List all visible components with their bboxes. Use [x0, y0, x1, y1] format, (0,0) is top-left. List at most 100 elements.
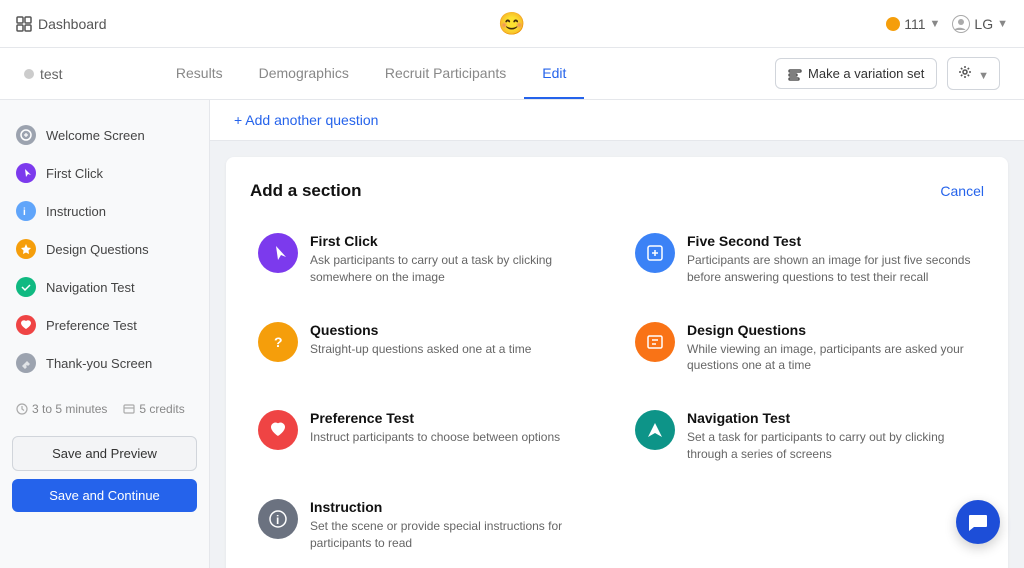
- design-questions-option-desc: While viewing an image, participants are…: [687, 341, 976, 375]
- option-design-questions[interactable]: Design Questions While viewing an image,…: [627, 314, 984, 383]
- make-variation-button[interactable]: Make a variation set: [775, 58, 937, 89]
- save-continue-button[interactable]: Save and Continue: [12, 479, 197, 512]
- option-navigation-test[interactable]: Navigation Test Set a task for participa…: [627, 402, 984, 471]
- preference-test-option-desc: Instruct participants to choose between …: [310, 429, 560, 446]
- instruction-option-desc: Set the scene or provide special instruc…: [310, 518, 599, 552]
- thankyou-icon: [16, 353, 36, 373]
- sidebar-item-thankyou-label: Thank-you Screen: [46, 356, 152, 371]
- coin-dropdown-icon[interactable]: ▼: [930, 18, 941, 30]
- first-click-option-icon: [258, 233, 298, 273]
- navigation-test-option-desc: Set a task for participants to carry out…: [687, 429, 976, 463]
- first-click-option-desc: Ask participants to carry out a task by …: [310, 252, 599, 286]
- instruction-option-text: Instruction Set the scene or provide spe…: [310, 499, 599, 552]
- sidebar-item-navigation-test[interactable]: Navigation Test: [0, 268, 209, 306]
- five-second-option-text: Five Second Test Participants are shown …: [687, 233, 976, 286]
- sidebar-item-preference-test-label: Preference Test: [46, 318, 137, 333]
- design-questions-option-icon: [635, 322, 675, 362]
- questions-option-icon: ?: [258, 322, 298, 362]
- five-second-option-label: Five Second Test: [687, 233, 976, 249]
- time-label: 3 to 5 minutes: [32, 402, 107, 416]
- credits-label: 5 credits: [139, 402, 184, 416]
- questions-option-desc: Straight-up questions asked one at a tim…: [310, 341, 531, 358]
- instruction-option-label: Instruction: [310, 499, 599, 515]
- tab-edit[interactable]: Edit: [524, 49, 584, 99]
- sidebar-item-design-questions[interactable]: Design Questions: [0, 230, 209, 268]
- option-questions[interactable]: ? Questions Straight-up questions asked …: [250, 314, 607, 383]
- section-header: Add a section Cancel: [250, 181, 984, 201]
- sidebar-item-instruction[interactable]: i Instruction: [0, 192, 209, 230]
- save-preview-button[interactable]: Save and Preview: [12, 436, 197, 471]
- options-grid: First Click Ask participants to carry ou…: [250, 225, 984, 559]
- option-five-second[interactable]: Five Second Test Participants are shown …: [627, 225, 984, 294]
- time-meta: 3 to 5 minutes: [16, 402, 107, 416]
- project-title-area: test: [24, 66, 63, 82]
- sidebar-item-design-questions-label: Design Questions: [46, 242, 149, 257]
- cancel-button[interactable]: Cancel: [940, 183, 984, 199]
- design-questions-option-label: Design Questions: [687, 322, 976, 338]
- tab-recruit[interactable]: Recruit Participants: [367, 49, 524, 99]
- sidebar-item-first-click[interactable]: First Click: [0, 154, 209, 192]
- sidebar-item-thankyou[interactable]: Thank-you Screen: [0, 344, 209, 382]
- settings-button[interactable]: ▼: [947, 57, 1000, 90]
- svg-text:i: i: [23, 207, 26, 217]
- tab-demographics[interactable]: Demographics: [241, 49, 367, 99]
- preference-test-option-label: Preference Test: [310, 410, 560, 426]
- design-questions-icon: [16, 239, 36, 259]
- sidebar-item-first-click-label: First Click: [46, 166, 103, 181]
- sidebar-meta: 3 to 5 minutes 5 credits: [0, 390, 209, 428]
- option-instruction[interactable]: i Instruction Set the scene or provide s…: [250, 491, 607, 560]
- instruction-icon: i: [16, 201, 36, 221]
- first-click-icon: [16, 163, 36, 183]
- questions-option-label: Questions: [310, 322, 531, 338]
- sidebar-item-navigation-test-label: Navigation Test: [46, 280, 135, 295]
- preference-test-icon: [16, 315, 36, 335]
- section-title: Add a section: [250, 181, 361, 201]
- add-question-link[interactable]: + Add another question: [234, 112, 378, 128]
- project-title: test: [40, 66, 63, 82]
- five-second-option-desc: Participants are shown an image for just…: [687, 252, 976, 286]
- sidebar: Welcome Screen First Click i Instruction…: [0, 100, 210, 568]
- navigation-test-option-icon: [635, 410, 675, 450]
- sub-nav: test Results Demographics Recruit Partic…: [0, 48, 1024, 100]
- tab-results[interactable]: Results: [158, 49, 241, 99]
- main-layout: Welcome Screen First Click i Instruction…: [0, 100, 1024, 568]
- dashboard-label: Dashboard: [38, 16, 107, 32]
- dashboard-link[interactable]: Dashboard: [16, 16, 107, 32]
- gear-dropdown-icon: ▼: [978, 70, 989, 82]
- svg-text:i: i: [276, 513, 279, 527]
- preference-test-option-text: Preference Test Instruct participants to…: [310, 410, 560, 446]
- sidebar-buttons: Save and Preview Save and Continue: [0, 428, 209, 520]
- five-second-option-icon: [635, 233, 675, 273]
- logo-emoji: 😊: [498, 11, 525, 36]
- chat-button[interactable]: [956, 500, 1000, 544]
- option-preference-test[interactable]: Preference Test Instruct participants to…: [250, 402, 607, 471]
- questions-option-text: Questions Straight-up questions asked on…: [310, 322, 531, 358]
- navigation-test-option-text: Navigation Test Set a task for participa…: [687, 410, 976, 463]
- variation-btn-label: Make a variation set: [808, 66, 924, 81]
- sidebar-item-instruction-label: Instruction: [46, 204, 106, 219]
- main-content: + Add another question Add a section Can…: [210, 100, 1024, 568]
- option-first-click[interactable]: First Click Ask participants to carry ou…: [250, 225, 607, 294]
- top-nav: Dashboard 😊 111 ▼ LG ▼: [0, 0, 1024, 48]
- credits-meta: 5 credits: [123, 402, 184, 416]
- sub-nav-tabs: Results Demographics Recruit Participant…: [158, 49, 584, 99]
- project-dot: [24, 69, 34, 79]
- top-nav-right: 111 ▼ LG ▼: [886, 15, 1008, 33]
- user-badge[interactable]: LG ▼: [952, 15, 1008, 33]
- sidebar-item-preference-test[interactable]: Preference Test: [0, 306, 209, 344]
- user-dropdown-icon[interactable]: ▼: [997, 18, 1008, 30]
- coin-icon: [886, 17, 900, 31]
- navigation-test-icon: [16, 277, 36, 297]
- welcome-icon: [16, 125, 36, 145]
- add-section-card: Add a section Cancel First Click Ask par…: [226, 157, 1008, 568]
- coin-count: 111: [904, 16, 925, 32]
- sidebar-item-welcome[interactable]: Welcome Screen: [0, 116, 209, 154]
- add-question-bar: + Add another question: [210, 100, 1024, 141]
- preference-test-option-icon: [258, 410, 298, 450]
- navigation-test-option-label: Navigation Test: [687, 410, 976, 426]
- instruction-option-icon: i: [258, 499, 298, 539]
- design-questions-option-text: Design Questions While viewing an image,…: [687, 322, 976, 375]
- first-click-option-text: First Click Ask participants to carry ou…: [310, 233, 599, 286]
- svg-text:?: ?: [274, 334, 283, 350]
- coin-badge[interactable]: 111 ▼: [886, 16, 940, 32]
